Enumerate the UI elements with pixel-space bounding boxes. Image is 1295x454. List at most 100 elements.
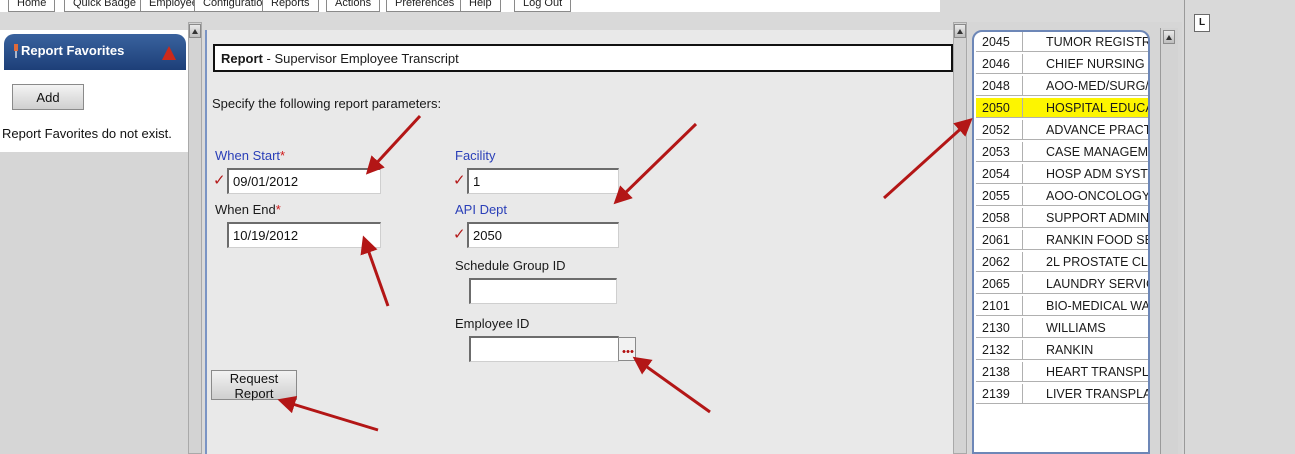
dept-name: WILLIAMS xyxy=(1046,321,1106,335)
dept-name: SUPPORT ADMIN xyxy=(1046,211,1150,225)
column-separator xyxy=(1022,32,1023,52)
tab-home[interactable]: Home xyxy=(8,0,56,12)
dept-code: 2138 xyxy=(982,365,1010,379)
dept-name: HOSP ADM SYSTEMS xyxy=(1046,167,1148,181)
when-start-label-text: When Start xyxy=(215,148,281,163)
column-separator xyxy=(1022,362,1023,382)
dept-list-row[interactable]: 2050 HOSPITAL EDUCATIO xyxy=(976,98,1148,118)
column-separator xyxy=(1022,54,1023,74)
favorites-column: Report Favorites Add Report Favorites do… xyxy=(0,30,200,454)
report-title-bar: Report - Supervisor Employee Transcript xyxy=(213,44,953,72)
dept-list-row[interactable]: 2062 2L PROSTATE CLINIC xyxy=(976,252,1150,272)
column-separator xyxy=(1022,186,1023,206)
facility-field[interactable]: 1 xyxy=(467,168,619,194)
dept-scroll-up-icon[interactable] xyxy=(1163,30,1175,44)
dept-code: 2130 xyxy=(982,321,1010,335)
dept-list-row[interactable]: 2052 ADVANCE PRACTICE xyxy=(976,120,1148,140)
dept-code: 2101 xyxy=(982,299,1010,313)
column-separator xyxy=(1022,98,1023,118)
employee-id-label: Employee ID xyxy=(455,316,530,331)
required-mark: * xyxy=(275,202,281,217)
dept-list-row[interactable]: 2058 SUPPORT ADMIN xyxy=(976,208,1150,228)
employee-lookup-button[interactable] xyxy=(618,337,636,361)
dept-list-row[interactable]: 2130 WILLIAMS xyxy=(976,318,1148,338)
employee-id-field[interactable] xyxy=(469,336,619,362)
dept-code: 2058 xyxy=(982,211,1010,225)
dept-code: 2132 xyxy=(982,343,1010,357)
divider xyxy=(1184,0,1185,454)
dept-list-row[interactable]: 2054 HOSP ADM SYSTEMS xyxy=(976,164,1148,184)
dept-list-row[interactable]: 2101 BIO-MEDICAL WASTE xyxy=(976,296,1150,316)
schedule-group-field[interactable] xyxy=(469,278,617,304)
tab-label: Configuration xyxy=(203,0,269,9)
required-mark: * xyxy=(280,148,286,163)
dept-name: AOO-MED/SURG/CR xyxy=(1046,79,1149,93)
tab-help[interactable]: Help xyxy=(460,0,501,12)
main-scroll-up-icon[interactable] xyxy=(954,24,966,38)
tab-preferences[interactable]: Preferences xyxy=(386,0,464,12)
instructions-text: Specify the following report parameters: xyxy=(212,96,442,111)
tab-label: Reports xyxy=(271,0,310,9)
when-end-label: When End* xyxy=(215,202,281,217)
schedule-group-label: Schedule Group ID xyxy=(455,258,566,273)
api-dept-label: API Dept xyxy=(455,202,508,217)
column-separator xyxy=(1022,252,1023,272)
dept-list-row[interactable]: 2055 AOO-ONCOLOGY SE xyxy=(976,186,1150,206)
dept-name: HEART TRANSPLANT xyxy=(1046,365,1149,379)
dept-list-row[interactable]: 2132 RANKIN xyxy=(976,340,1148,360)
dept-list-row[interactable]: 2065 LAUNDRY SERVICES xyxy=(976,274,1148,294)
dept-list-row[interactable]: 2061 RANKIN FOOD SERV xyxy=(976,230,1148,250)
when-start-label: When Start* xyxy=(215,148,285,163)
dept-code: 2062 xyxy=(982,255,1010,269)
tab-label: Home xyxy=(17,0,47,9)
tab-log-out[interactable]: Log Out xyxy=(514,0,572,12)
dept-list-row[interactable]: 2048 AOO-MED/SURG/CR xyxy=(976,76,1149,96)
dept-list-row[interactable]: 2138 HEART TRANSPLANT xyxy=(976,362,1149,382)
dept-list-row[interactable]: 2046 CHIEF NURSING OF xyxy=(976,54,1148,74)
when-start-field[interactable]: 09/01/2012 xyxy=(227,168,381,194)
column-separator xyxy=(1022,120,1023,140)
report-title-bold: Report xyxy=(221,51,263,66)
dept-list-scrollbar[interactable] xyxy=(1160,28,1178,454)
dept-code: 2055 xyxy=(982,189,1010,203)
collapse-arrow-icon[interactable] xyxy=(162,46,176,60)
dept-name: AOO-ONCOLOGY SE xyxy=(1046,189,1150,203)
left-scrollbar[interactable] xyxy=(188,22,202,454)
dept-name: LIVER TRANSPLANT xyxy=(1046,387,1148,401)
request-report-button[interactable]: Request Report xyxy=(211,370,297,401)
dept-name: RANKIN FOOD SERV xyxy=(1046,233,1148,247)
dept-code: 2050 xyxy=(982,101,1010,115)
dept-code: 2048 xyxy=(982,79,1010,93)
column-separator xyxy=(1022,318,1023,338)
right-margin xyxy=(1182,0,1295,454)
dept-name: 2L PROSTATE CLINIC xyxy=(1046,255,1150,269)
when-end-field[interactable]: 10/19/2012 xyxy=(227,222,381,248)
main-scrollbar[interactable] xyxy=(953,22,967,454)
tab-label: Log Out xyxy=(523,0,563,9)
tab-quick-badge[interactable]: Quick Badge xyxy=(64,0,145,12)
check-icon: ✓ xyxy=(453,172,466,189)
dept-list-row[interactable]: 2045 TUMOR REGISTRY xyxy=(976,32,1148,52)
tab-label: Actions xyxy=(335,0,372,9)
column-separator xyxy=(1022,230,1023,250)
report-parameters-panel: Report - Supervisor Employee Transcript … xyxy=(205,30,953,454)
report-favorites-panel: Report Favorites Add Report Favorites do… xyxy=(0,30,196,152)
dept-name: RANKIN xyxy=(1046,343,1094,357)
dept-list-row[interactable]: 2139 LIVER TRANSPLANT xyxy=(976,384,1148,404)
check-icon: ✓ xyxy=(453,226,466,243)
dept-name: BIO-MEDICAL WASTE xyxy=(1046,299,1150,313)
dept-list-row[interactable]: 2053 CASE MANAGEMENT xyxy=(976,142,1148,162)
api-dept-field[interactable]: 2050 xyxy=(467,222,619,248)
column-separator xyxy=(1022,384,1023,404)
side-toggle-button[interactable]: L xyxy=(1194,14,1210,32)
favorites-title: Report Favorites xyxy=(21,43,125,58)
tab-reports[interactable]: Reports xyxy=(262,0,319,12)
add-favorite-button[interactable]: Add xyxy=(12,84,84,110)
when-end-label-text: When End xyxy=(215,202,276,217)
dept-code: 2061 xyxy=(982,233,1010,247)
left-scroll-up-icon[interactable] xyxy=(189,24,201,38)
tab-actions[interactable]: Actions xyxy=(326,0,381,12)
facility-label: Facility xyxy=(455,148,496,163)
column-separator xyxy=(1022,340,1023,360)
dept-code: 2054 xyxy=(982,167,1010,181)
